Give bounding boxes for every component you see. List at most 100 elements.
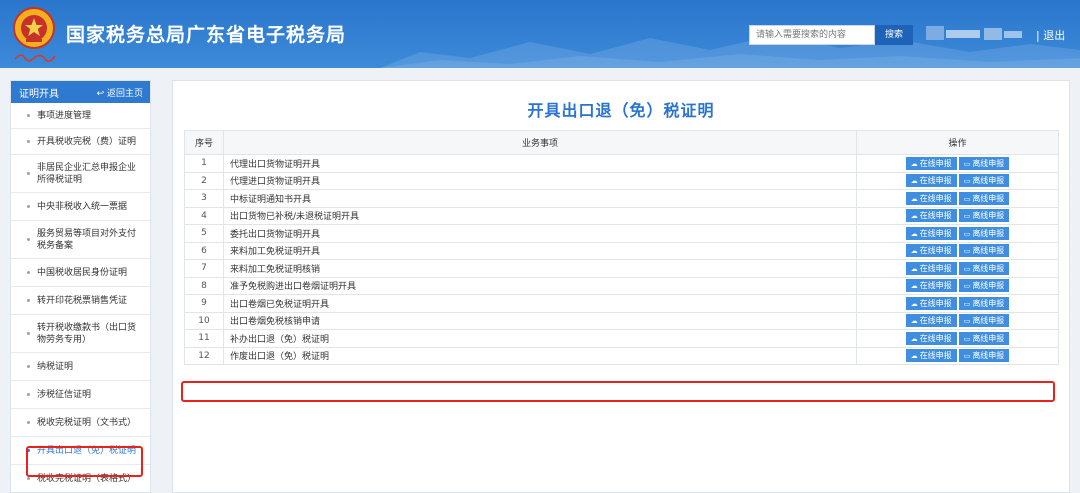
offline-declare-button[interactable]: ▭ 离线申报 xyxy=(958,314,1010,328)
table-row: 10 出口卷烟免税核销申请 ☁ 在线申报 ▭ 离线申报 xyxy=(184,311,1059,330)
offline-declare-button[interactable]: ▭ 离线申报 xyxy=(958,244,1010,258)
offline-declare-button[interactable]: ▭ 离线申报 xyxy=(958,191,1010,205)
sidebar-item-label: 税收完税证明（文书式） xyxy=(37,417,137,428)
row-actions: ☁ 在线申报 ▭ 离线申报 xyxy=(856,276,1059,295)
sidebar-item-nonresident-cert[interactable]: 非居民企业汇总申报企业所得税证明 xyxy=(11,155,150,193)
sidebar-item-label: 中国税收居民身份证明 xyxy=(37,267,128,278)
sidebar-item-service-trade[interactable]: 服务贸易等项目对外支付税务备案 xyxy=(11,221,150,259)
sidebar-item-stamp-tax[interactable]: 转开印花税票销售凭证 xyxy=(11,287,150,315)
sidebar-item-document-cert[interactable]: 税收完税证明（文书式） xyxy=(11,409,150,437)
monitor-icon: ▭ xyxy=(963,229,971,238)
row-number: 7 xyxy=(184,259,224,278)
cloud-upload-icon: ☁ xyxy=(910,352,918,361)
monitor-icon: ▭ xyxy=(963,352,971,361)
search-button[interactable]: 搜索 xyxy=(875,25,913,45)
sidebar-item-credit-cert[interactable]: 涉税征信证明 xyxy=(11,381,150,409)
emblem-caption-logo xyxy=(14,54,56,62)
row-actions: ☁ 在线申报 ▭ 离线申报 xyxy=(856,154,1059,173)
cloud-upload-icon: ☁ xyxy=(910,282,918,291)
online-declare-button[interactable]: ☁ 在线申报 xyxy=(905,156,957,170)
row-actions: ☁ 在线申报 ▭ 离线申报 xyxy=(856,189,1059,208)
offline-declare-button[interactable]: ▭ 离线申报 xyxy=(958,209,1010,223)
online-declare-button[interactable]: ☁ 在线申报 xyxy=(905,279,957,293)
online-declare-button[interactable]: ☁ 在线申报 xyxy=(905,226,957,240)
offline-declare-button[interactable]: ▭ 离线申报 xyxy=(958,349,1010,363)
offline-declare-label: 离线申报 xyxy=(972,263,1005,273)
row-number: 11 xyxy=(184,329,224,348)
online-declare-label: 在线申报 xyxy=(919,193,952,203)
row-number: 1 xyxy=(184,154,224,173)
online-declare-button[interactable]: ☁ 在线申报 xyxy=(905,331,957,345)
cloud-upload-icon: ☁ xyxy=(910,159,918,168)
online-declare-label: 在线申报 xyxy=(919,298,952,308)
offline-declare-label: 离线申报 xyxy=(972,158,1005,168)
monitor-icon: ▭ xyxy=(963,177,971,186)
cloud-upload-icon: ☁ xyxy=(910,264,918,273)
sidebar-item-export-refund-cert[interactable]: 开具出口退（免）税证明 xyxy=(11,437,150,465)
sidebar-item-label: 中央非税收入统一票据 xyxy=(37,201,128,212)
offline-declare-button[interactable]: ▭ 离线申报 xyxy=(958,296,1010,310)
offline-declare-button[interactable]: ▭ 离线申报 xyxy=(958,156,1010,170)
online-declare-button[interactable]: ☁ 在线申报 xyxy=(905,261,957,275)
column-header-item: 业务事项 xyxy=(223,130,857,155)
offline-declare-label: 离线申报 xyxy=(972,246,1005,256)
online-declare-button[interactable]: ☁ 在线申报 xyxy=(905,349,957,363)
sidebar-item-tax-cert[interactable]: 纳税证明 xyxy=(11,353,150,381)
sidebar-item-tax-resident[interactable]: 中国税收居民身份证明 xyxy=(11,259,150,287)
offline-declare-label: 离线申报 xyxy=(972,316,1005,326)
online-declare-button[interactable]: ☁ 在线申报 xyxy=(905,296,957,310)
sidebar-title: 证明开具 xyxy=(19,88,59,100)
row-item-name: 出口卷烟已免税证明开具 xyxy=(223,294,857,313)
sidebar-item-form-cert[interactable]: 税收完税证明（表格式） xyxy=(11,465,150,492)
column-header-ops: 操作 xyxy=(856,130,1059,155)
sidebar-item-progress[interactable]: 事项进度管理 xyxy=(11,103,150,129)
online-declare-button[interactable]: ☁ 在线申报 xyxy=(905,209,957,223)
user-info-blurred xyxy=(926,26,1022,40)
site-title: 国家税务总局广东省电子税务局 xyxy=(66,24,347,46)
online-declare-button[interactable]: ☁ 在线申报 xyxy=(905,174,957,188)
back-home-button[interactable]: ↩ 返回主页 xyxy=(97,86,143,99)
monitor-icon: ▭ xyxy=(963,282,971,291)
online-declare-button[interactable]: ☁ 在线申报 xyxy=(905,244,957,258)
sidebar-item-tax-payment-cert[interactable]: 开具税收完税（费）证明 xyxy=(11,129,150,155)
online-declare-label: 在线申报 xyxy=(919,263,952,273)
row-actions: ☁ 在线申报 ▭ 离线申报 xyxy=(856,346,1059,365)
row-actions: ☁ 在线申报 ▭ 离线申报 xyxy=(856,206,1059,225)
offline-declare-button[interactable]: ▭ 离线申报 xyxy=(958,174,1010,188)
row-number: 3 xyxy=(184,189,224,208)
back-home-label: 返回主页 xyxy=(106,88,143,99)
online-declare-button[interactable]: ☁ 在线申报 xyxy=(905,191,957,205)
row-item-name: 准予免税购进出口卷烟证明开具 xyxy=(223,276,857,295)
offline-declare-button[interactable]: ▭ 离线申报 xyxy=(958,261,1010,275)
row-item-name: 补办出口退（免）税证明 xyxy=(223,329,857,348)
offline-declare-label: 离线申报 xyxy=(972,193,1005,203)
row-actions: ☁ 在线申报 ▭ 离线申报 xyxy=(856,311,1059,330)
search-input[interactable] xyxy=(749,25,875,45)
row-item-name: 代理进口货物证明开具 xyxy=(223,171,857,190)
offline-declare-button[interactable]: ▭ 离线申报 xyxy=(958,226,1010,240)
sidebar-item-payment-book[interactable]: 转开税收缴款书（出口货物劳务专用） xyxy=(11,315,150,353)
offline-declare-button[interactable]: ▭ 离线申报 xyxy=(958,279,1010,293)
offline-declare-button[interactable]: ▭ 离线申报 xyxy=(958,331,1010,345)
online-declare-button[interactable]: ☁ 在线申报 xyxy=(905,314,957,328)
row-actions: ☁ 在线申报 ▭ 离线申报 xyxy=(856,259,1059,278)
business-table: 序号 业务事项 操作 1 代理出口货物证明开具 ☁ 在线申报 ▭ 离线申报 2 代理进口货物证… xyxy=(184,130,1059,365)
sidebar-item-nontax-receipt[interactable]: 中央非税收入统一票据 xyxy=(11,193,150,221)
cloud-upload-icon: ☁ xyxy=(910,334,918,343)
row-number: 5 xyxy=(184,224,224,243)
table-row: 8 准予免税购进出口卷烟证明开具 ☁ 在线申报 ▭ 离线申报 xyxy=(184,276,1059,295)
row-item-name: 代理出口货物证明开具 xyxy=(223,154,857,173)
logout-link[interactable]: | 退出 xyxy=(1036,27,1065,43)
monitor-icon: ▭ xyxy=(963,264,971,273)
online-declare-label: 在线申报 xyxy=(919,316,952,326)
offline-declare-label: 离线申报 xyxy=(972,211,1005,221)
row-number: 6 xyxy=(184,241,224,260)
monitor-icon: ▭ xyxy=(963,317,971,326)
row-number: 2 xyxy=(184,171,224,190)
table-row: 1 代理出口货物证明开具 ☁ 在线申报 ▭ 离线申报 xyxy=(184,154,1059,173)
table-row: 7 来料加工免税证明核销 ☁ 在线申报 ▭ 离线申报 xyxy=(184,259,1059,278)
row-actions: ☁ 在线申报 ▭ 离线申报 xyxy=(856,171,1059,190)
table-row: 11 补办出口退（免）税证明 ☁ 在线申报 ▭ 离线申报 xyxy=(184,329,1059,348)
offline-declare-label: 离线申报 xyxy=(972,228,1005,238)
monitor-icon: ▭ xyxy=(963,334,971,343)
